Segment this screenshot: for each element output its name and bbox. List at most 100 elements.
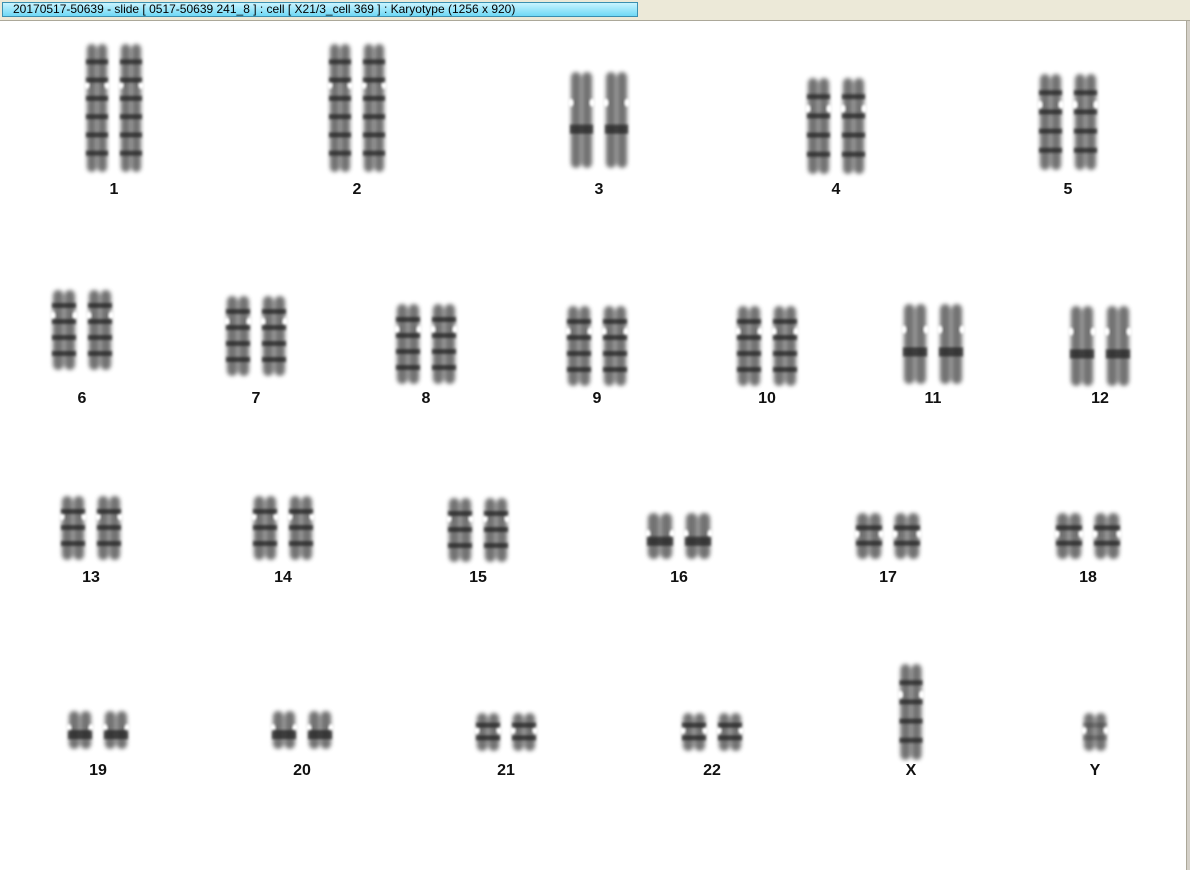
chromosome-group-22[interactable]: 22: [679, 713, 745, 779]
chromosome-group-15[interactable]: 15: [445, 498, 511, 586]
chromosome-8-1[interactable]: [393, 304, 423, 384]
chromosome-group-13[interactable]: 13: [58, 496, 124, 586]
chromosome-18-1[interactable]: [1053, 513, 1085, 559]
chromosome-x-1[interactable]: [897, 664, 925, 760]
chromosome-20-1[interactable]: [269, 711, 299, 749]
chromosome-group-12[interactable]: 12: [1067, 306, 1133, 407]
chromosome-18-2[interactable]: [1091, 513, 1123, 559]
chromosome-group-21[interactable]: 21: [473, 713, 539, 779]
chromosome-7-1[interactable]: [223, 296, 253, 376]
window-right-border: [1186, 21, 1190, 870]
chromosome-label-11: 11: [925, 390, 942, 407]
karyogram: 1 2 3 4 56 7 8 9 10 11 1213 14 15 16 17 1819 20 21 22 X Y: [49, 44, 1133, 779]
chromosome-14-2[interactable]: [286, 496, 316, 560]
karyotype-canvas[interactable]: 1 2 3 4 5 6 7 8 9 10 11 12 13 14 15 16 17 18 19 20 21 22 X Y: [0, 21, 1186, 870]
chromosome-group-1[interactable]: 1: [83, 44, 145, 198]
window-title: 20170517-50639 - slide [ 0517-50639 241_…: [13, 2, 516, 16]
chromosome-group-x[interactable]: X: [897, 664, 925, 779]
chromosome-19-1[interactable]: [65, 711, 95, 749]
chromosome-5-1[interactable]: [1036, 74, 1065, 170]
chromosome-4-1[interactable]: [804, 78, 833, 174]
chromosome-17-1[interactable]: [853, 513, 885, 559]
chromosome-11-1[interactable]: [900, 304, 930, 384]
title-bar: 20170517-50639 - slide [ 0517-50639 241_…: [0, 0, 1190, 21]
chromosome-22-2[interactable]: [715, 713, 745, 751]
chromosome-label-19: 19: [89, 762, 107, 779]
chromosome-3-1[interactable]: [567, 72, 596, 168]
chromosome-label-16: 16: [670, 569, 688, 586]
chromosome-16-1[interactable]: [644, 513, 676, 559]
chromosome-19-2[interactable]: [101, 711, 131, 749]
chromosome-group-14[interactable]: 14: [250, 496, 316, 586]
window-title-tab[interactable]: 20170517-50639 - slide [ 0517-50639 241_…: [2, 2, 638, 17]
chromosome-group-6[interactable]: 6: [49, 290, 115, 407]
chromosome-label-4: 4: [832, 181, 841, 198]
chromosome-label-15: 15: [469, 569, 487, 586]
chromosome-13-2[interactable]: [94, 496, 124, 560]
chromosome-7-2[interactable]: [259, 296, 289, 376]
chromosome-4-2[interactable]: [839, 78, 868, 174]
chromosome-group-9[interactable]: 9: [564, 306, 630, 407]
chromosome-12-2[interactable]: [1103, 306, 1133, 386]
chromosome-5-2[interactable]: [1071, 74, 1100, 170]
chromosome-6-1[interactable]: [49, 290, 79, 370]
chromosome-10-2[interactable]: [770, 306, 800, 386]
chromosome-15-1[interactable]: [445, 498, 475, 562]
chromosome-label-3: 3: [595, 181, 604, 198]
chromosome-group-y[interactable]: Y: [1080, 713, 1110, 779]
chromosome-20-2[interactable]: [305, 711, 335, 749]
chromosome-16-2[interactable]: [682, 513, 714, 559]
chromosome-label-12: 12: [1091, 390, 1109, 407]
chromosome-21-2[interactable]: [509, 713, 539, 751]
chromosome-15-2[interactable]: [481, 498, 511, 562]
chromosome-1-1[interactable]: [83, 44, 111, 172]
chromosome-group-3[interactable]: 3: [567, 72, 631, 198]
chromosome-group-17[interactable]: 17: [853, 513, 923, 586]
chromosome-group-19[interactable]: 19: [65, 711, 131, 779]
chromosome-group-8[interactable]: 8: [393, 304, 459, 407]
chromosome-2-1[interactable]: [326, 44, 354, 172]
chromosome-group-18[interactable]: 18: [1053, 513, 1123, 586]
chromosome-y-1[interactable]: [1080, 713, 1110, 751]
chromosome-12-1[interactable]: [1067, 306, 1097, 386]
chromosome-11-2[interactable]: [936, 304, 966, 384]
chromosome-group-11[interactable]: 11: [900, 304, 966, 407]
chromosome-group-5[interactable]: 5: [1036, 74, 1100, 198]
chromosome-label-17: 17: [879, 569, 897, 586]
chromosome-label-2: 2: [353, 181, 362, 198]
chromosome-group-10[interactable]: 10: [734, 306, 800, 407]
chromosome-group-16[interactable]: 16: [644, 513, 714, 586]
chromosome-label-y: Y: [1090, 762, 1101, 779]
chromosome-6-2[interactable]: [85, 290, 115, 370]
chromosome-10-1[interactable]: [734, 306, 764, 386]
chromosome-label-9: 9: [593, 390, 602, 407]
chromosome-label-7: 7: [252, 390, 261, 407]
chromosome-label-8: 8: [422, 390, 431, 407]
chromosome-label-6: 6: [78, 390, 87, 407]
chromosome-label-22: 22: [703, 762, 721, 779]
chromosome-9-2[interactable]: [600, 306, 630, 386]
chromosome-label-21: 21: [497, 762, 515, 779]
chromosome-14-1[interactable]: [250, 496, 280, 560]
chromosome-22-1[interactable]: [679, 713, 709, 751]
chromosome-label-18: 18: [1079, 569, 1097, 586]
chromosome-label-x: X: [906, 762, 917, 779]
chromosome-21-1[interactable]: [473, 713, 503, 751]
chromosome-17-2[interactable]: [891, 513, 923, 559]
chromosome-label-1: 1: [110, 181, 119, 198]
chromosome-13-1[interactable]: [58, 496, 88, 560]
chromosome-group-2[interactable]: 2: [326, 44, 388, 198]
chromosome-label-14: 14: [274, 569, 292, 586]
chromosome-1-2[interactable]: [117, 44, 145, 172]
chromosome-8-2[interactable]: [429, 304, 459, 384]
chromosome-group-20[interactable]: 20: [269, 711, 335, 779]
chromosome-2-2[interactable]: [360, 44, 388, 172]
chromosome-label-10: 10: [758, 390, 776, 407]
chromosome-group-4[interactable]: 4: [804, 78, 868, 198]
chromosome-9-1[interactable]: [564, 306, 594, 386]
chromosome-3-2[interactable]: [602, 72, 631, 168]
chromosome-label-5: 5: [1064, 181, 1073, 198]
chromosome-label-20: 20: [293, 762, 311, 779]
chromosome-label-13: 13: [82, 569, 100, 586]
chromosome-group-7[interactable]: 7: [223, 296, 289, 407]
